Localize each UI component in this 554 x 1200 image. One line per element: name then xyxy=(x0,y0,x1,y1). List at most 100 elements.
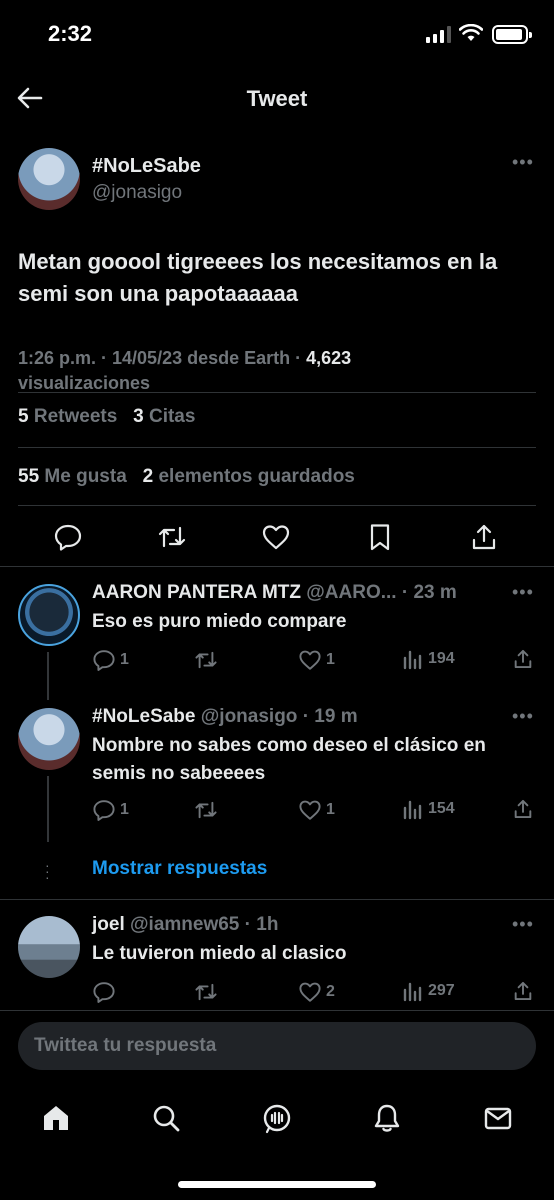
like-icon xyxy=(299,650,321,670)
views-button[interactable]: 154 xyxy=(402,798,455,820)
reply-time: · 19 m xyxy=(302,706,358,727)
back-arrow-icon[interactable] xyxy=(16,84,44,112)
reply-author-name: #NoLeSabe xyxy=(92,706,196,727)
bookmarks-count: 2 xyxy=(142,466,154,487)
messages-icon xyxy=(484,1107,512,1130)
page-title: Tweet xyxy=(246,86,308,111)
views-icon xyxy=(403,982,422,1002)
tweet-text: Metan gooool tigreeees los necesitamos e… xyxy=(18,249,498,306)
tab-search[interactable] xyxy=(146,1098,186,1138)
reply-author-handle: @iamnew65 xyxy=(130,914,240,935)
views-icon xyxy=(403,800,422,820)
reply-author-handle: @jonasigo xyxy=(200,706,298,727)
search-icon xyxy=(153,1105,180,1132)
like-count: 2 xyxy=(326,983,335,1000)
retweet-icon xyxy=(195,983,217,1001)
views-button[interactable]: 297 xyxy=(402,980,455,1002)
views-icon xyxy=(403,650,422,670)
retweet-button[interactable] xyxy=(194,798,222,822)
quotes-label: Citas xyxy=(148,406,196,427)
reply-author-name: joel xyxy=(92,914,125,935)
status-bar: 2:32 xyxy=(0,0,554,70)
reply-icon xyxy=(93,982,115,1003)
battery-icon xyxy=(492,25,532,44)
divider xyxy=(0,1010,554,1011)
reply-author-name: AARON PANTERA MTZ xyxy=(92,582,301,603)
retweet-icon xyxy=(195,801,217,819)
author-name[interactable]: #NoLeSabe xyxy=(92,155,201,178)
home-icon xyxy=(44,1106,68,1130)
reply-button[interactable] xyxy=(92,980,120,1004)
retweet-stats[interactable]: 5 Retweets 3 Citas xyxy=(18,406,195,428)
retweet-button[interactable] xyxy=(194,980,222,1004)
reply-text: Nombre no sabes como deseo el clásico en… xyxy=(92,735,486,784)
more-icon[interactable]: ••• xyxy=(512,582,534,603)
reply-header[interactable]: joel @iamnew65 · 1h xyxy=(92,914,278,936)
reply-text: Le tuvieron miedo al clasico xyxy=(92,943,347,964)
reply-text: Eso es puro miedo compare xyxy=(92,611,347,632)
reply-header[interactable]: #NoLeSabe @jonasigo · 19 m xyxy=(92,706,358,728)
share-icon[interactable] xyxy=(469,522,499,552)
show-replies-link[interactable]: Mostrar respuestas xyxy=(92,858,267,880)
share-icon[interactable] xyxy=(512,980,534,1002)
signal-icon xyxy=(426,26,451,43)
tab-notifications[interactable] xyxy=(367,1098,407,1138)
thread-dots-icon: · · · xyxy=(45,857,50,885)
share-icon[interactable] xyxy=(512,648,534,670)
like-icon[interactable] xyxy=(261,522,291,552)
reply-header[interactable]: AARON PANTERA MTZ @AARO... · 23 m xyxy=(92,582,457,604)
thread-line xyxy=(47,776,49,842)
reply-time: · 23 m xyxy=(401,582,457,603)
home-indicator xyxy=(178,1181,376,1188)
like-button[interactable]: 1 xyxy=(298,648,335,672)
reply-icon[interactable] xyxy=(53,522,83,552)
reply-icon xyxy=(93,800,115,821)
reply-count: 1 xyxy=(120,651,129,668)
divider xyxy=(0,899,554,900)
avatar[interactable] xyxy=(18,584,80,646)
spaces-icon xyxy=(263,1104,291,1134)
author-handle[interactable]: @jonasigo xyxy=(92,182,182,204)
views-count: 194 xyxy=(428,650,455,667)
like-stats[interactable]: 55 Me gusta 2 elementos guardados xyxy=(18,466,355,488)
reply-button[interactable]: 1 xyxy=(92,648,129,672)
top-nav: Tweet xyxy=(0,70,554,130)
bookmarks-label: elementos guardados xyxy=(158,466,355,487)
more-icon[interactable]: ••• xyxy=(512,152,534,173)
like-count: 1 xyxy=(326,801,335,818)
reply-time: · 1h xyxy=(244,914,279,935)
tab-home[interactable] xyxy=(36,1098,76,1138)
likes-count: 55 xyxy=(18,466,40,487)
tab-messages[interactable] xyxy=(478,1098,518,1138)
reply-composer[interactable] xyxy=(18,1022,536,1070)
views-label: visualizaciones xyxy=(18,373,151,393)
retweets-count: 5 xyxy=(18,406,29,427)
like-button[interactable]: 2 xyxy=(298,980,335,1004)
tab-spaces[interactable] xyxy=(257,1098,297,1138)
tweet-timestamp: 1:26 p.m. · 14/05/23 desde Earth · xyxy=(18,348,307,368)
reply-icon xyxy=(93,650,115,671)
views-count: 297 xyxy=(428,982,455,999)
reply-count: 1 xyxy=(120,801,129,818)
views-count: 4,623 xyxy=(306,348,352,368)
like-count: 1 xyxy=(326,651,335,668)
views-button[interactable]: 194 xyxy=(402,648,455,670)
like-icon xyxy=(299,800,321,820)
reply-button[interactable]: 1 xyxy=(92,798,129,822)
avatar[interactable] xyxy=(18,708,80,770)
more-icon[interactable]: ••• xyxy=(512,706,534,727)
quotes-count: 3 xyxy=(133,406,144,427)
more-icon[interactable]: ••• xyxy=(512,914,534,935)
avatar[interactable] xyxy=(18,916,80,978)
like-button[interactable]: 1 xyxy=(298,798,335,822)
divider xyxy=(0,566,554,567)
retweet-icon[interactable] xyxy=(157,522,187,552)
avatar[interactable] xyxy=(18,148,80,210)
retweet-icon xyxy=(195,651,217,669)
wifi-icon xyxy=(459,24,483,41)
share-icon[interactable] xyxy=(512,798,534,820)
status-time: 2:32 xyxy=(48,21,93,46)
bookmark-icon[interactable] xyxy=(365,522,395,552)
retweet-button[interactable] xyxy=(194,648,222,672)
reply-input[interactable] xyxy=(34,1022,514,1070)
